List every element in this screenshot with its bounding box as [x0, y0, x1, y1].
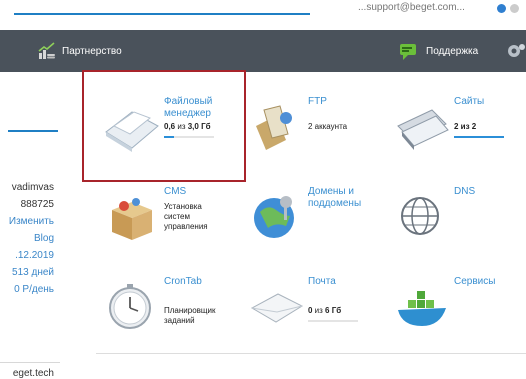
chart-coins-icon: [38, 42, 55, 59]
tile-dns-title: DNS: [454, 186, 476, 197]
account-id: 888725: [20, 199, 54, 210]
tile-domains-title: Домены и поддомены: [308, 186, 362, 209]
sites-count: 2 из 2: [454, 122, 477, 131]
tile-sites[interactable]: Сайты 2 из 2: [392, 96, 526, 176]
account-login: vadimvas: [11, 182, 54, 193]
cms-description: Установка систем управления: [164, 202, 208, 231]
nav-support[interactable]: Поддержка: [398, 30, 478, 72]
mail-of: из: [312, 306, 326, 315]
sites-usage-bar-fill: [454, 136, 504, 138]
sites-usage-bar: [454, 136, 504, 138]
top-accent-line: [14, 13, 310, 15]
mail-total: 6 Гб: [325, 306, 342, 315]
tile-mail[interactable]: Почта 0 из 6 Гб: [246, 276, 386, 356]
envelope-icon: [250, 293, 304, 323]
tile-services-title: Сервисы: [454, 276, 496, 287]
network-globe-icon: [401, 197, 439, 235]
clock-icon: [109, 284, 151, 329]
sidebar-accent-line: [8, 130, 58, 132]
crontab-description: Планировщик заданий: [164, 306, 216, 325]
account-email[interactable]: ...support@beget.com...: [358, 2, 465, 13]
mail-usage-bar: [308, 320, 358, 322]
tile-cms[interactable]: CMS Установка систем управления: [102, 186, 242, 266]
paid-until-date: .12.2019: [15, 250, 54, 261]
tile-mail-title: Почта: [308, 276, 336, 287]
tile-ftp[interactable]: FTP 2 аккаунта: [246, 96, 386, 176]
tariff-link[interactable]: Blog: [34, 233, 54, 244]
ftp-accounts-count: 2 аккаунта: [308, 122, 348, 131]
support-chat-icon: [400, 44, 416, 60]
tile-crontab-title: CronTab: [164, 276, 202, 287]
gear-icon: [508, 44, 525, 57]
status-dot-icon: [497, 4, 506, 13]
status-dot-icon: [510, 4, 519, 13]
change-link[interactable]: Изменить: [9, 216, 54, 227]
tile-services[interactable]: Сервисы: [392, 276, 526, 356]
nav-partners[interactable]: Партнерство: [38, 30, 122, 72]
sidebar-footer-domain[interactable]: eget.tech: [13, 368, 54, 379]
ftp-folder-icon: [256, 105, 292, 150]
tile-sites-title: Сайты: [454, 96, 485, 107]
whale-containers-icon: [398, 291, 446, 326]
tile-dns[interactable]: DNS: [392, 186, 526, 266]
browser-windows-icon: [397, 109, 449, 150]
nav-partners-label: Партнерство: [62, 45, 122, 57]
cms-box-icon: [112, 198, 152, 240]
globe-keys-icon: [254, 196, 294, 238]
tile-domains[interactable]: Домены и поддомены: [246, 186, 386, 266]
top-bar: ...support@beget.com...: [0, 0, 526, 30]
daily-cost: 0 Р/день: [14, 284, 54, 295]
nav-support-label: Поддержка: [426, 45, 479, 57]
main-nav-bar: Партнерство Поддержка: [0, 30, 526, 72]
tile-cms-title: CMS: [164, 186, 187, 197]
days-left: 513 дней: [12, 267, 54, 278]
file-manager-highlight-frame: [82, 70, 246, 182]
account-sidebar: vadimvas 888725 Изменить Blog .12.2019 5…: [0, 72, 60, 379]
mail-usage: 0 из 6 Гб: [308, 306, 341, 316]
nav-settings[interactable]: [505, 30, 525, 72]
sidebar-divider: [0, 362, 60, 363]
content-divider: [96, 353, 526, 354]
tile-crontab[interactable]: CronTab Планировщик заданий: [102, 276, 242, 356]
tile-ftp-title: FTP: [308, 96, 327, 107]
